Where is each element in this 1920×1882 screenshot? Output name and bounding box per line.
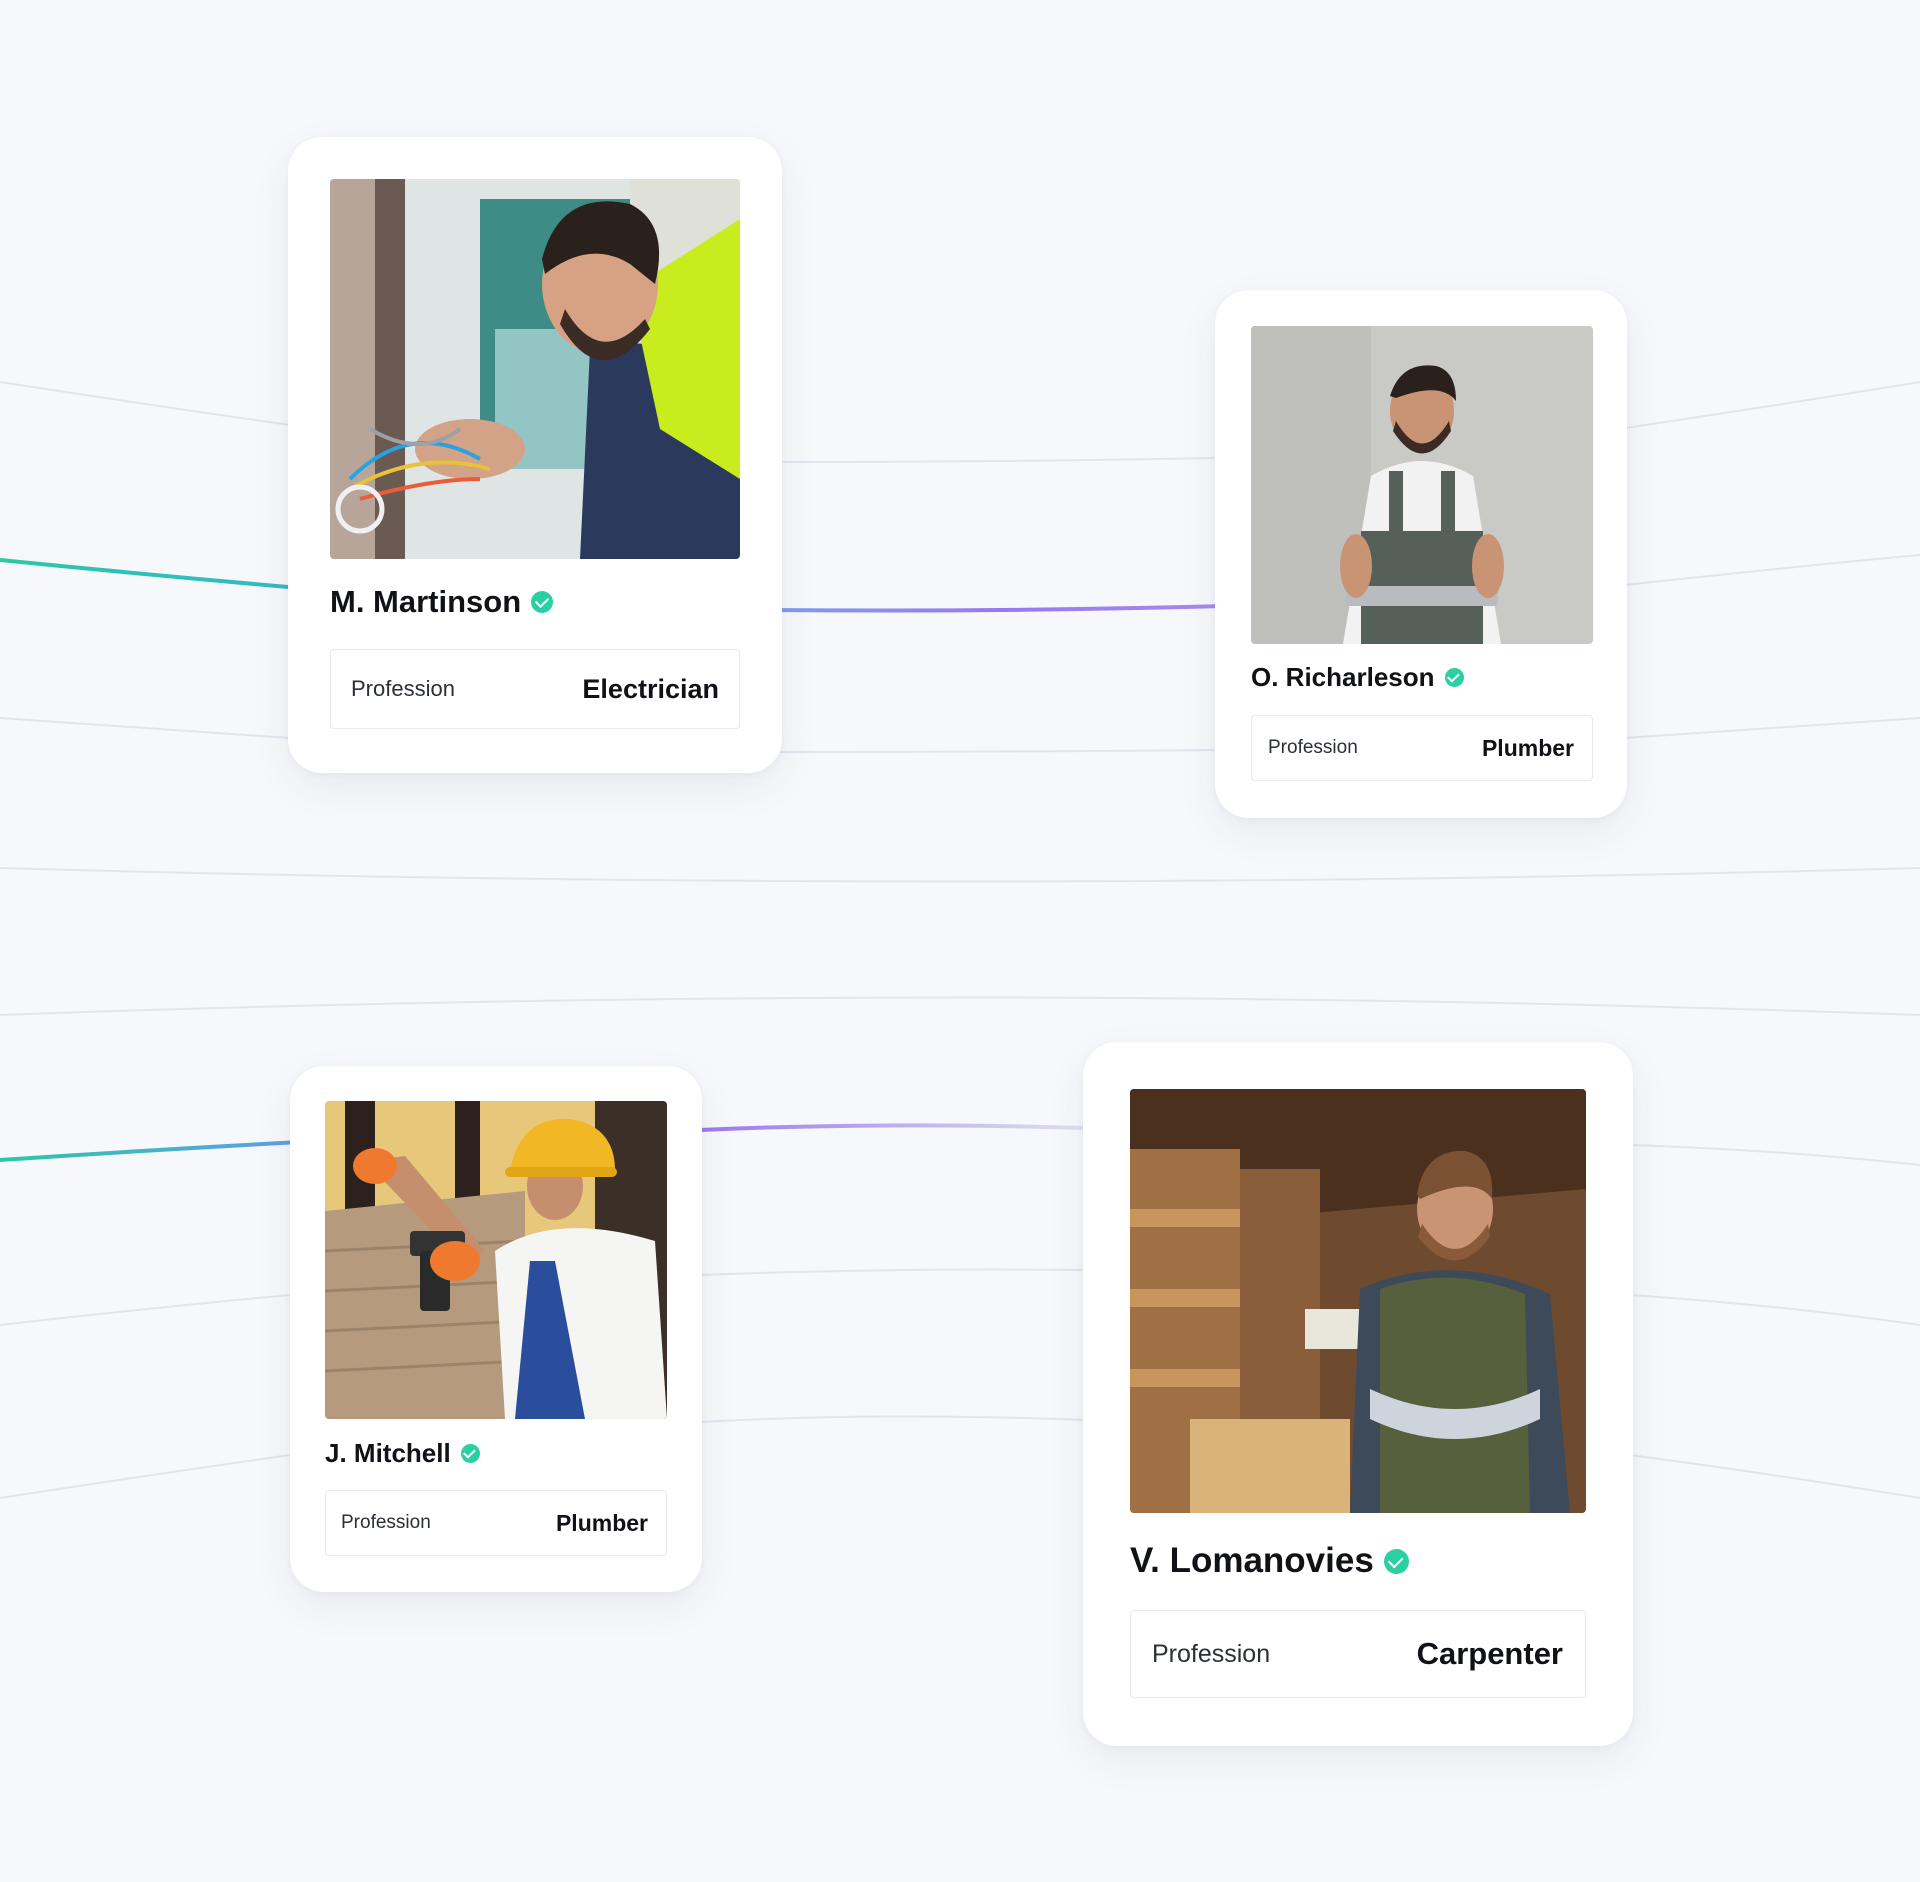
worker-card-mitchell[interactable]: J. Mitchell Profession Plumber [290, 1066, 702, 1592]
verified-badge-icon [460, 1443, 480, 1463]
verified-badge-icon [531, 591, 554, 613]
plumber-photo [1251, 326, 1593, 644]
worker-name-row: M. Martinson [330, 582, 554, 622]
profession-field: Profession Plumber [325, 1490, 667, 1556]
carpenter-photo [1130, 1089, 1586, 1513]
profession-label: Profession [1152, 1639, 1271, 1668]
profession-field: Profession Plumber [1251, 715, 1593, 781]
profession-value: Plumber [1481, 734, 1574, 761]
profession-label: Profession [351, 676, 455, 701]
worker-name: V. Lomanovies [1130, 1541, 1374, 1580]
worker-card-martinson[interactable]: M. Martinson Profession Electrician [288, 137, 782, 773]
profession-field: Profession Electrician [330, 649, 740, 729]
electrician-photo [330, 179, 740, 559]
worker-card-richarleson[interactable]: O. Richarleson Profession Plumber [1215, 290, 1627, 818]
profession-label: Profession [341, 1512, 431, 1533]
worker-name: O. Richarleson [1251, 661, 1435, 692]
worker-name: M. Martinson [330, 584, 522, 619]
profession-label: Profession [1268, 737, 1358, 758]
builder-photo [325, 1101, 667, 1419]
worker-name-row: O. Richarleson [1251, 660, 1464, 694]
profession-field: Profession Carpenter [1130, 1610, 1586, 1698]
verified-badge-icon [1444, 667, 1464, 687]
worker-name-row: J. Mitchell [325, 1436, 480, 1470]
verified-badge-icon [1383, 1548, 1409, 1574]
profession-value: Carpenter [1416, 1636, 1563, 1671]
worker-card-lomanovies[interactable]: V. Lomanovies Profession Carpenter [1083, 1042, 1633, 1746]
profession-value: Plumber [555, 1509, 648, 1536]
worker-name: J. Mitchell [325, 1437, 451, 1468]
worker-name-row: V. Lomanovies [1130, 1538, 1409, 1584]
profession-value: Electrician [582, 673, 719, 704]
